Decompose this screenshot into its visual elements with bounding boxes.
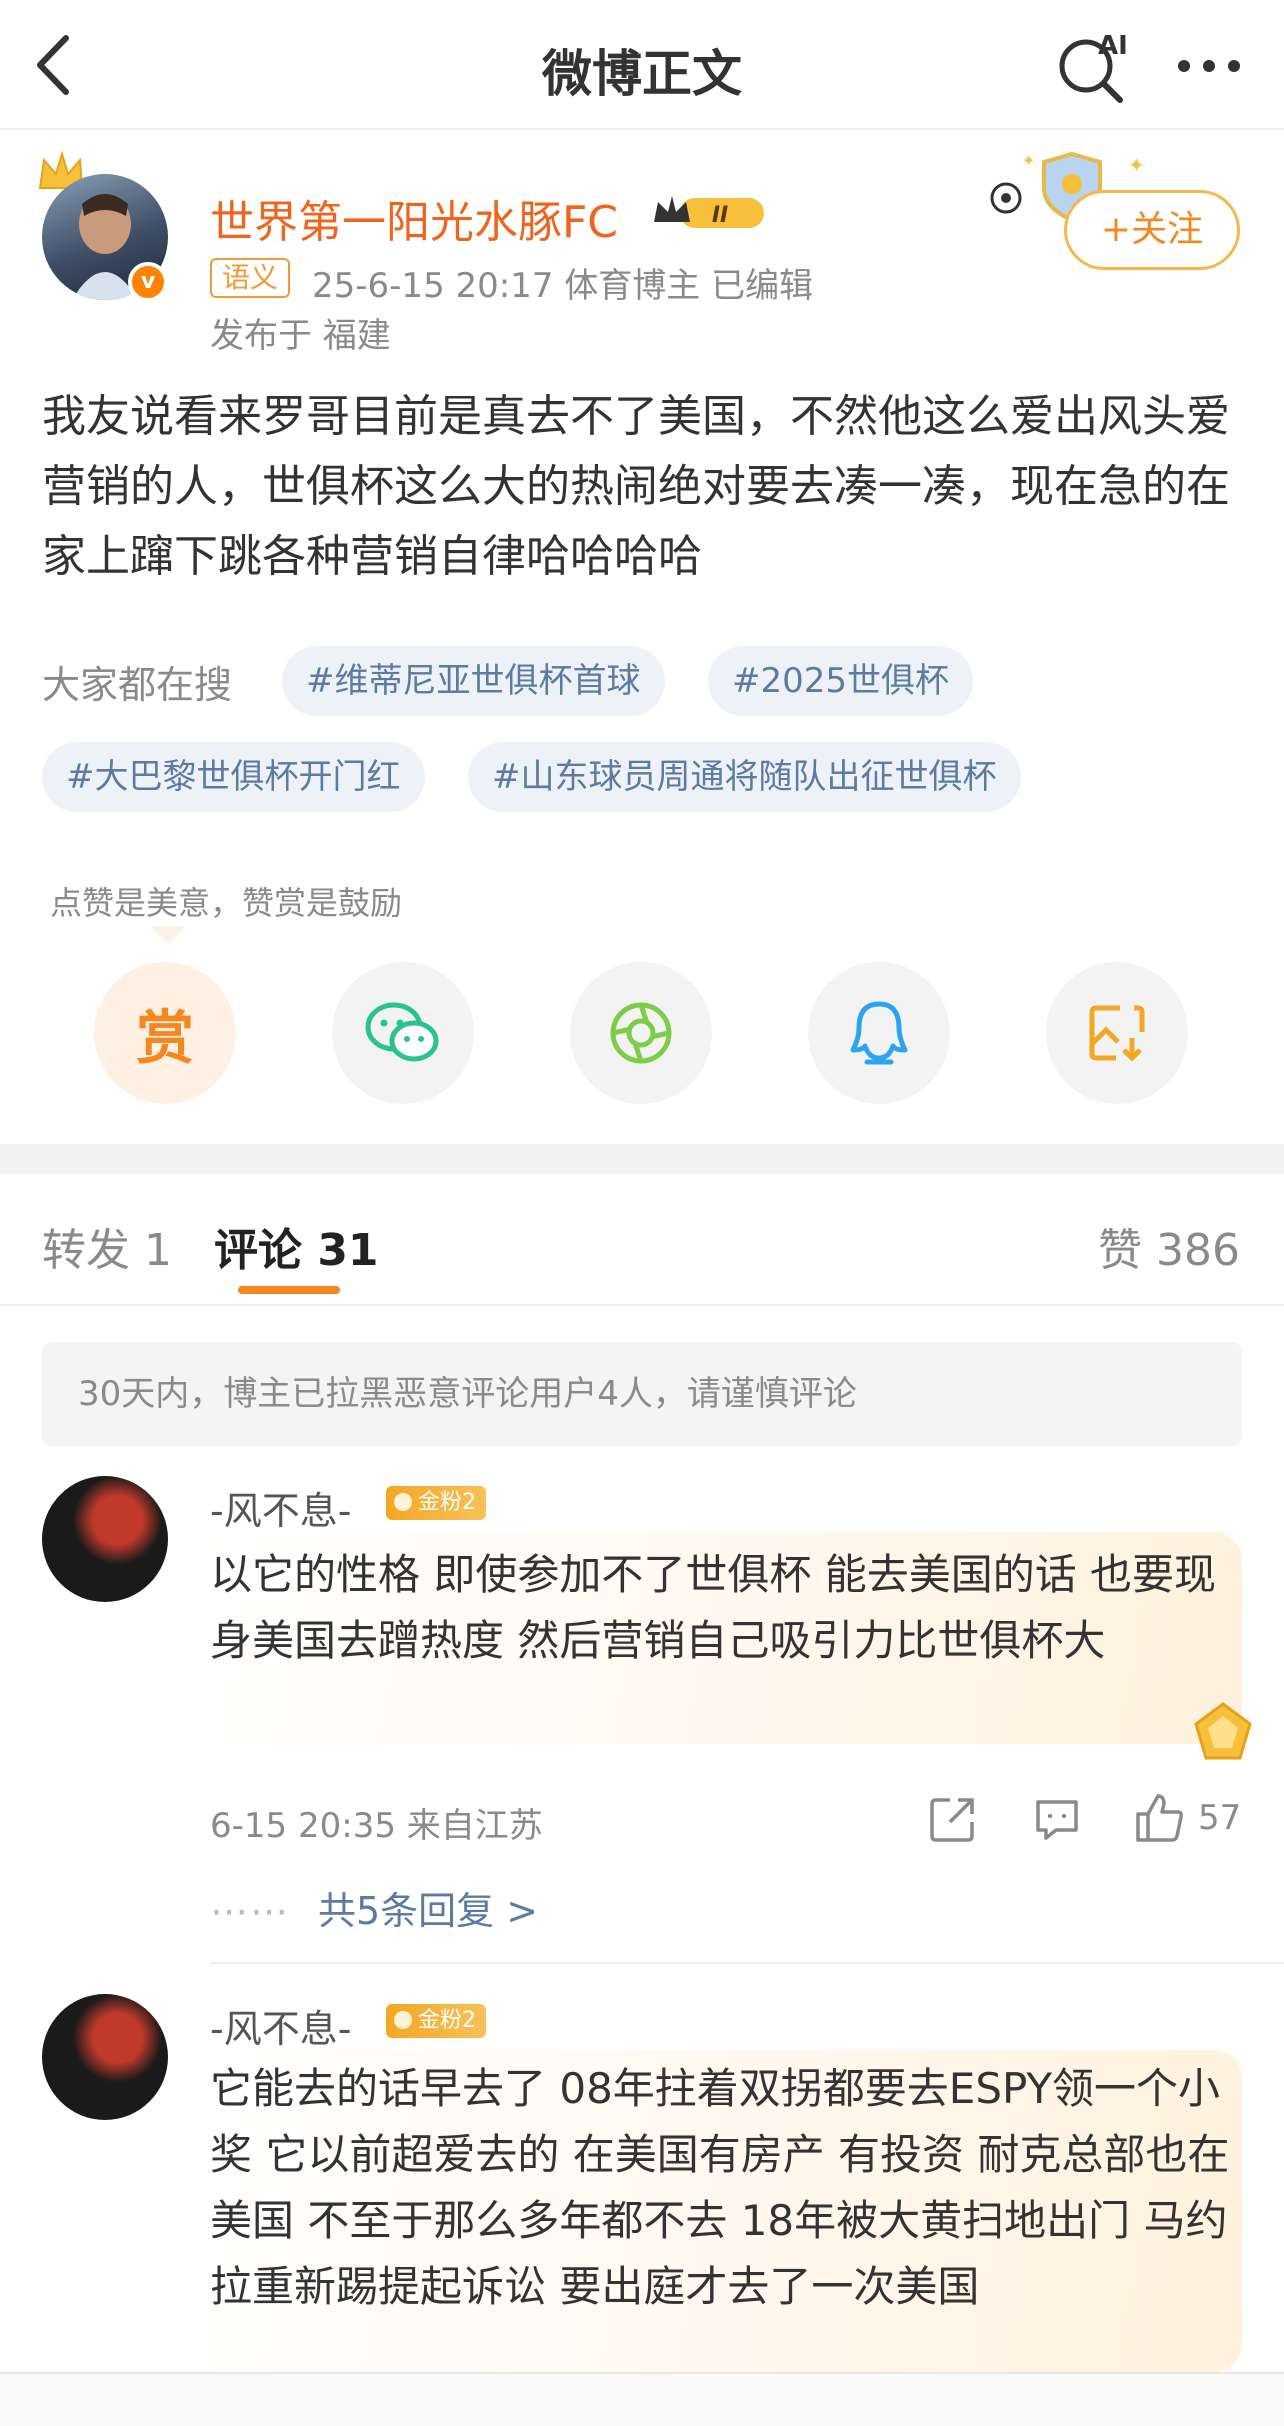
commenter-name[interactable]: -风不息- [210, 1998, 351, 2053]
tab-comments[interactable]: 评论 31 [214, 1214, 379, 1278]
like-icon[interactable] [1132, 1790, 1186, 1844]
post-location: 发布于 福建 [210, 316, 391, 356]
qq-icon [850, 1001, 908, 1065]
comment-text: 它能去的话早去了 08年拄着双拐都要去ESPY领一个小奖 它以前超爱去的 在美国… [210, 2064, 1230, 2311]
trending-topic[interactable]: #维蒂尼亚世俱杯首球 [282, 646, 665, 716]
replies-count: 共5条回复 > [318, 1889, 539, 1933]
verified-badge: v [128, 262, 168, 302]
reward-label: 赏 [135, 1004, 194, 1072]
save-image-icon [1089, 1005, 1145, 1062]
reward-tip-arrow [150, 926, 186, 944]
ai-search-icon[interactable]: AI [1054, 24, 1134, 104]
view-replies-link[interactable]: ⋯⋯ 共5条回复 > [210, 1880, 538, 1935]
comment-notice: 30天内，博主已拉黑恶意评论用户4人，请谨慎评论 [42, 1342, 1242, 1446]
gem-icon [1194, 1702, 1252, 1760]
more-icon[interactable] [1174, 46, 1244, 86]
tab-repost[interactable]: 转发 1 [42, 1214, 172, 1278]
save-image-button[interactable] [1046, 962, 1188, 1104]
comment-meta: 6-15 20:35 来自江苏 [210, 1806, 543, 1846]
trending-label: 大家都在搜 [42, 663, 233, 707]
svg-text:✦: ✦ [1022, 151, 1035, 170]
commenter-avatar[interactable] [42, 1994, 168, 2120]
share-qq-button[interactable] [808, 962, 950, 1104]
section-divider [0, 1144, 1284, 1174]
fan-badge: 金粉2 [386, 1486, 486, 1520]
share-moments-button[interactable] [570, 962, 712, 1104]
tabs-divider [0, 1304, 1284, 1306]
trending-topic[interactable]: #山东球员周通将随队出征世俱杯 [468, 742, 1021, 812]
trending-topic[interactable]: #2025世俱杯 [708, 646, 974, 716]
commenter-name[interactable]: -风不息- [210, 1480, 351, 1535]
commenter-avatar[interactable] [42, 1476, 168, 1602]
post-text: 我友说看来罗哥目前是真去不了美国，不然他这么爱出风头爱营销的人，世俱杯这么大的热… [42, 391, 1230, 582]
reward-tip: 点赞是美意，赞赏是鼓励 [50, 884, 403, 922]
ai-label: AI [1098, 31, 1128, 61]
tab-likes[interactable]: 赞 386 [1098, 1214, 1240, 1278]
wechat-icon [365, 1002, 439, 1062]
fan-badge: 金粉2 [386, 2004, 486, 2038]
moments-icon [610, 1002, 672, 1064]
top-nav-bar: 微博正文 AI [0, 0, 1284, 130]
trending-topic[interactable]: #大巴黎世俱杯开门红 [42, 742, 425, 812]
reply-icon[interactable] [1032, 1794, 1082, 1844]
bottom-toolbar [0, 2372, 1284, 2426]
share-icon[interactable] [928, 1794, 978, 1844]
comment-text: 以它的性格 即使参加不了世俱杯 能去美国的话 也要现身美国去蹭热度 然后营销自己… [210, 1550, 1217, 1665]
active-tab-indicator [238, 1286, 340, 1294]
post-meta: 25-6-15 20:17 体育博主 已编辑 [312, 266, 814, 306]
follow-button[interactable]: +关注 [1064, 190, 1240, 270]
reward-button[interactable]: 赏 [94, 962, 236, 1104]
vip-level-badge: II [654, 196, 764, 228]
author-name[interactable]: 世界第一阳光水豚FC [210, 186, 618, 250]
vip-level-text: II [712, 203, 728, 228]
semantic-tag[interactable]: 语义 [210, 258, 291, 298]
comment-separator [210, 1962, 1284, 1964]
replies-dots: ⋯⋯ [210, 1889, 290, 1933]
svg-text:✦: ✦ [1128, 153, 1145, 177]
share-wechat-button[interactable] [332, 962, 474, 1104]
like-count: 57 [1198, 1798, 1242, 1838]
